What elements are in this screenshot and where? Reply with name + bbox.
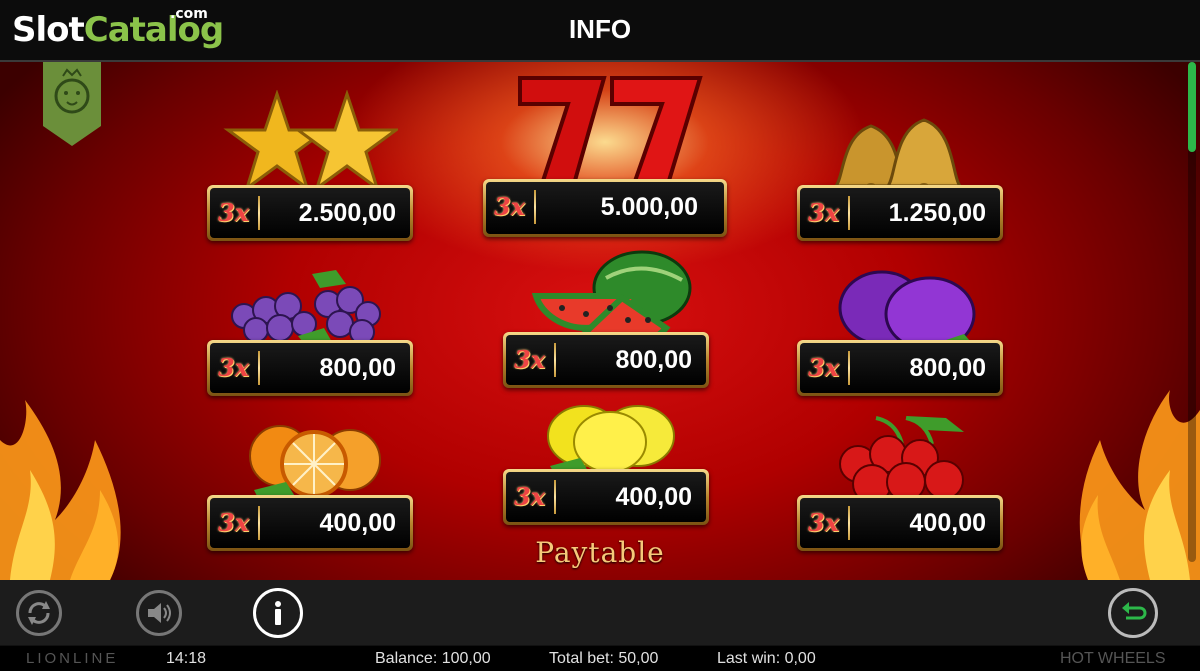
- top-bar: SlotCatalog .com INFO: [0, 0, 1200, 62]
- return-arrow-icon: [1122, 602, 1147, 620]
- payout-value: 2.500,00: [298, 199, 396, 227]
- paytable-panel: 3x 2.500,00 3x 5.000,00 3x 1.250,00 3x 800,0…: [0, 62, 1200, 580]
- payout-value: 5.000,00: [600, 193, 698, 221]
- speaker-icon: [148, 603, 171, 623]
- stars-icon: [223, 90, 398, 190]
- payout-box-bells: 3x 1.250,00: [797, 185, 1003, 241]
- payout-box-sevens: 3x 5.000,00: [483, 179, 727, 237]
- last-win-label: Last win: 0,00: [717, 650, 816, 667]
- plum-icon: [838, 270, 976, 352]
- scrollbar-thumb[interactable]: [1188, 62, 1196, 152]
- autoplay-button[interactable]: [16, 590, 62, 636]
- status-bar: LIONLINE 14:18 Balance: 100,00 Total bet…: [0, 646, 1200, 671]
- info-button[interactable]: [253, 588, 303, 638]
- paytable-heading: Paytable: [535, 536, 665, 569]
- payout-box-watermelon: 3x 800,00: [503, 332, 709, 388]
- back-button[interactable]: [1108, 588, 1158, 638]
- scrollbar[interactable]: [1188, 62, 1196, 562]
- payout-box-lemons: 3x 400,00: [503, 469, 709, 525]
- payout-value: 800,00: [909, 354, 986, 382]
- payout-value: 400,00: [615, 483, 692, 511]
- clock: 14:18: [166, 650, 207, 667]
- info-icon: [275, 601, 281, 625]
- page-title: INFO: [568, 14, 632, 44]
- total-bet-label: Total bet: 50,00: [549, 650, 659, 667]
- game-name-label: HOT WHEELS: [1060, 650, 1166, 667]
- payout-value: 800,00: [319, 354, 396, 382]
- cherry-icon: [839, 416, 964, 504]
- balance-label: Balance: 100,00: [375, 650, 491, 667]
- orange-icon: [249, 425, 381, 502]
- payout-value: 800,00: [615, 346, 692, 374]
- brand-label: LIONLINE: [26, 650, 119, 667]
- grapes-icon: [231, 270, 381, 346]
- lemon-icon: [547, 405, 675, 476]
- sound-button[interactable]: [136, 590, 182, 636]
- lion-badge-icon: [43, 62, 101, 146]
- watermelon-icon: [532, 250, 692, 340]
- payout-box-grapes: 3x 800,00: [207, 340, 413, 396]
- payout-box-stars: 3x 2.500,00: [207, 185, 413, 241]
- payout-value: 1.250,00: [888, 199, 986, 227]
- seven-icon: [518, 76, 703, 186]
- refresh-icon: [28, 601, 50, 625]
- bottom-control-bar: [0, 580, 1200, 645]
- payout-box-plums: 3x 800,00: [797, 340, 1003, 396]
